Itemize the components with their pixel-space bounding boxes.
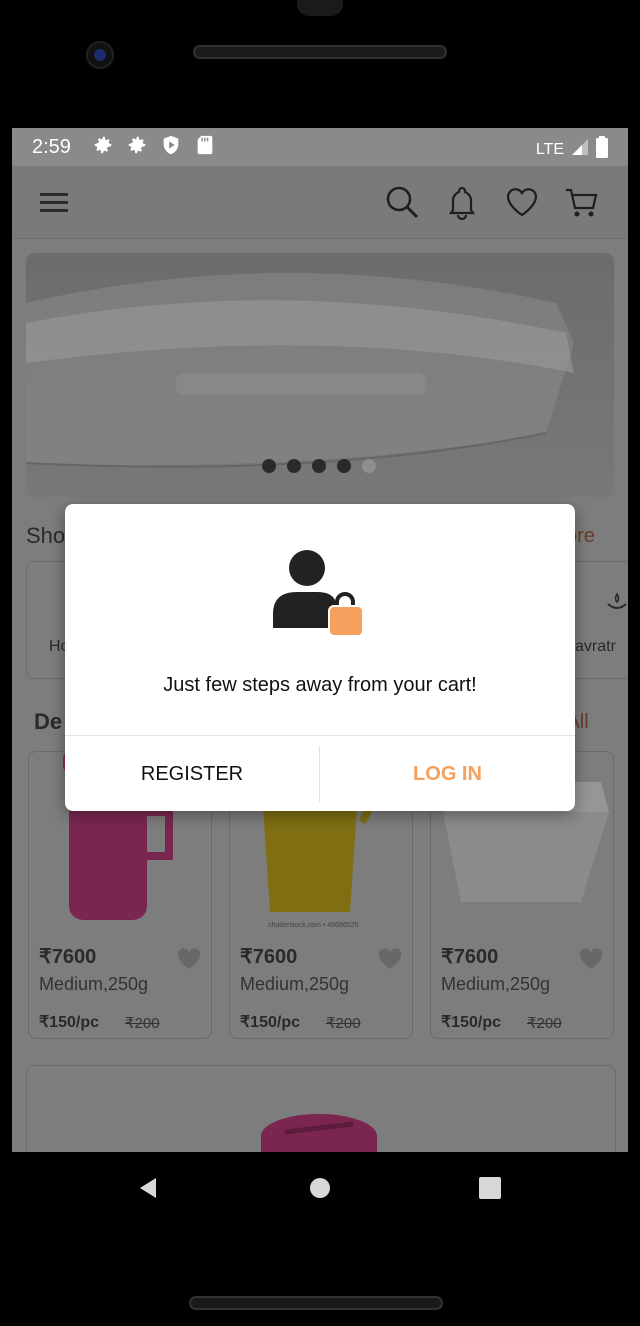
- product-price: ₹7600: [39, 946, 97, 968]
- app-screen: 2:59 LTE Sho ore Ho avratr De All ₹7600 …: [12, 128, 628, 1152]
- menu-icon[interactable]: [36, 184, 72, 220]
- status-bar: 2:59 LTE: [12, 128, 628, 166]
- product-mrp: ₹200: [527, 1015, 562, 1032]
- front-camera: [86, 41, 114, 69]
- pagination-dot-active[interactable]: [362, 459, 376, 473]
- sd-card-icon: [194, 134, 216, 156]
- wishlist-heart-icon[interactable]: [177, 948, 201, 970]
- product-image: [261, 1114, 377, 1152]
- search-icon[interactable]: [384, 184, 420, 220]
- heart-icon[interactable]: [504, 184, 540, 220]
- status-notification-icons: [92, 134, 216, 156]
- image-watermark: shutterstock.com • 46686525: [268, 922, 359, 929]
- product-unit-price: ₹150/pc: [441, 1014, 501, 1031]
- next-product-card[interactable]: [26, 1065, 616, 1152]
- back-icon[interactable]: [136, 1176, 160, 1205]
- product-size: Medium,250g: [240, 974, 350, 994]
- login-prompt-dialog: Just few steps away from your cart! REGI…: [65, 504, 575, 811]
- status-time: 2:59: [32, 136, 71, 158]
- product-price: ₹7600: [441, 946, 499, 968]
- product-price: ₹7600: [240, 946, 298, 968]
- user-lock-icon: [273, 550, 364, 637]
- home-icon[interactable]: [308, 1176, 332, 1205]
- phone-bottom-bezel: [0, 1224, 640, 1326]
- wishlist-heart-icon[interactable]: [579, 948, 603, 970]
- category-label: avratr: [575, 638, 616, 655]
- deals-section-title: De: [34, 709, 63, 734]
- network-type: LTE: [535, 140, 564, 158]
- bottom-speaker: [189, 1296, 443, 1310]
- pagination-dot[interactable]: [312, 459, 326, 473]
- recents-icon[interactable]: [478, 1176, 502, 1205]
- pagination-dot[interactable]: [337, 459, 351, 473]
- diya-icon: [605, 590, 628, 619]
- banner-pagination: [262, 459, 376, 473]
- product-mrp: ₹200: [125, 1015, 160, 1032]
- system-nav-bar: [0, 1152, 640, 1224]
- product-mrp: ₹200: [326, 1015, 361, 1032]
- pagination-dot[interactable]: [262, 459, 276, 473]
- banner-product-image: [26, 273, 574, 468]
- promo-banner[interactable]: [26, 253, 614, 497]
- app-bar: [12, 166, 628, 239]
- login-button[interactable]: LOG IN: [320, 736, 575, 811]
- product-size: Medium,250g: [39, 974, 149, 994]
- battery-icon: [596, 136, 608, 163]
- wishlist-heart-icon[interactable]: [378, 948, 402, 970]
- categories-section-title: Sho: [26, 523, 66, 548]
- register-button[interactable]: REGISTER: [65, 736, 319, 811]
- product-size: Medium,250g: [441, 974, 551, 994]
- signal-icon: [570, 137, 590, 162]
- product-unit-price: ₹150/pc: [39, 1014, 99, 1031]
- dialog-message: Just few steps away from your cart!: [163, 674, 477, 696]
- bell-icon[interactable]: [444, 184, 480, 221]
- top-notch: [297, 0, 343, 16]
- settings-icon: [126, 134, 148, 156]
- status-right-group: LTE: [536, 136, 608, 163]
- phone-top-bezel: [0, 0, 640, 128]
- cart-icon[interactable]: [564, 184, 600, 220]
- product-unit-price: ₹150/pc: [240, 1014, 300, 1031]
- earpiece-speaker: [193, 45, 447, 59]
- pagination-dot[interactable]: [287, 459, 301, 473]
- shield-play-icon: [160, 134, 182, 156]
- settings-icon: [92, 134, 114, 156]
